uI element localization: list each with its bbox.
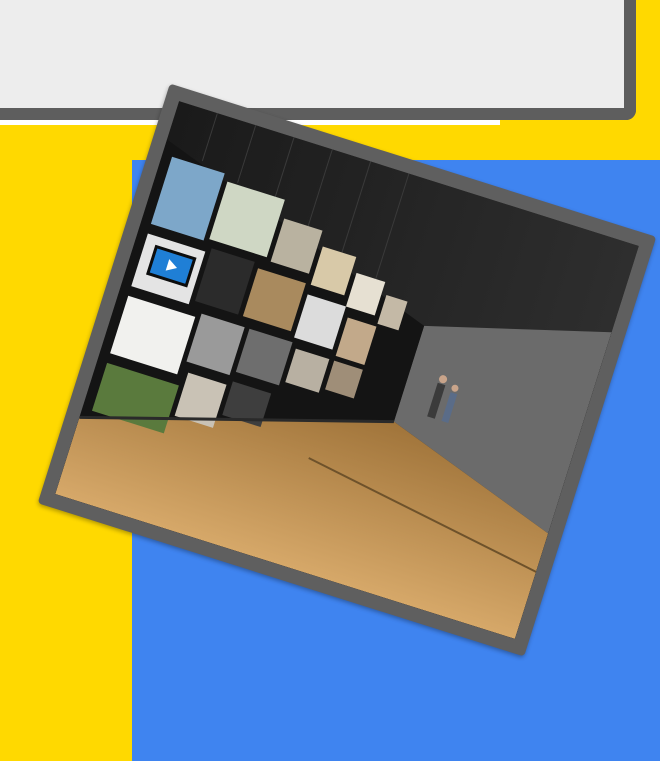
top-gray-card [0,0,636,120]
canvas [0,0,660,761]
